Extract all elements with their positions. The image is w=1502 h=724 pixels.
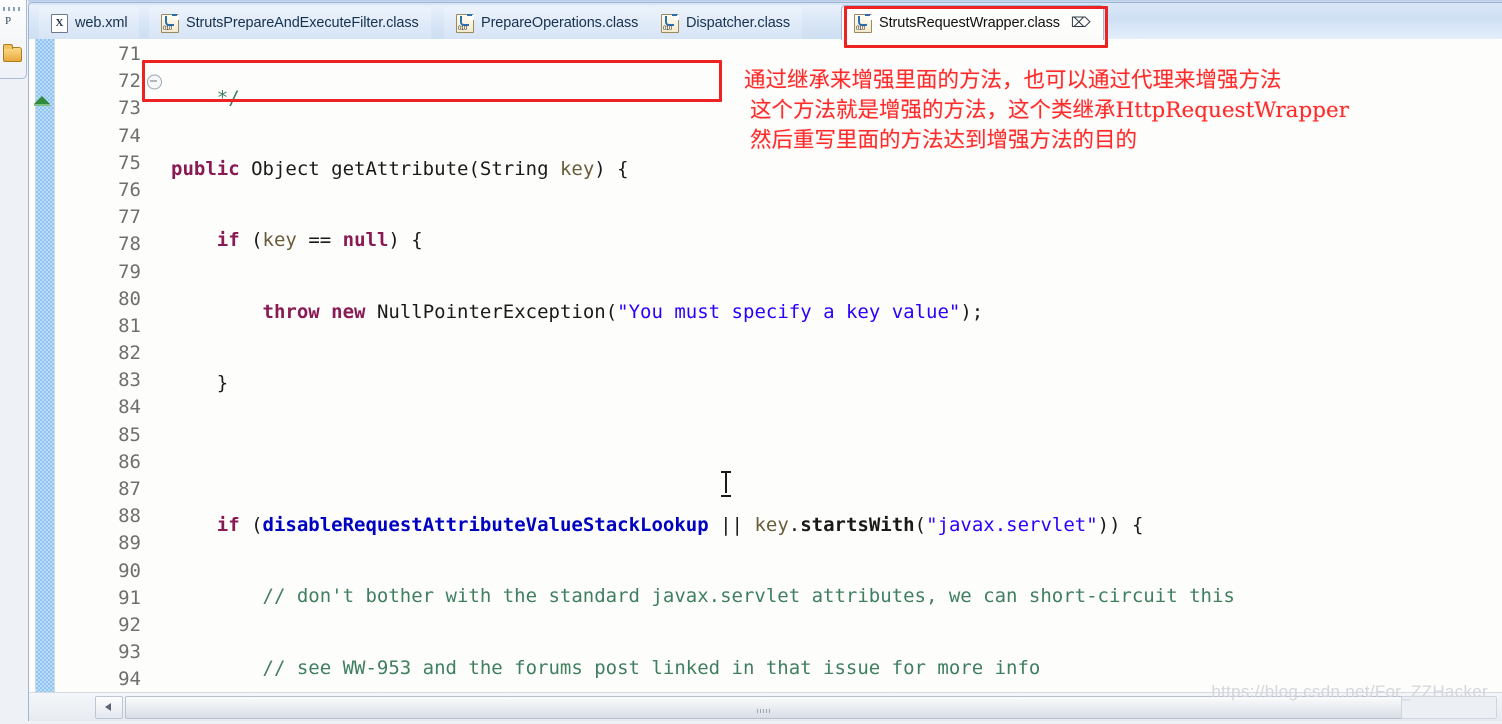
fold-collapse-icon[interactable] xyxy=(147,74,162,90)
tab-label: StrutsRequestWrapper.class xyxy=(879,15,1060,31)
class-file-icon xyxy=(661,13,679,33)
line-number: 80 xyxy=(118,287,141,310)
drag-handle-dots-icon xyxy=(3,7,21,11)
tab-web-xml[interactable]: web.xml xyxy=(39,7,140,39)
code-line-72[interactable]: public Object getAttribute(String key) { xyxy=(171,156,1502,183)
code-line-77[interactable]: if (disableRequestAttributeValueStackLoo… xyxy=(171,512,1502,539)
tab-struts-prepare-and-execute-filter[interactable]: StrutsPrepareAndExecuteFilter.class xyxy=(149,7,431,39)
eclipse-editor-window: P web.xml StrutsPrepareAndExecuteFilter.… xyxy=(0,0,1502,724)
line-number: 94 xyxy=(118,668,141,691)
code-line-79[interactable]: // see WW-953 and the forums post linked… xyxy=(171,655,1502,682)
line-number: 82 xyxy=(118,342,141,365)
code-line-74[interactable]: throw new NullPointerException("You must… xyxy=(171,299,1502,326)
tab-label: web.xml xyxy=(75,15,128,31)
line-number: 79 xyxy=(118,260,141,283)
editor-tab-bar: web.xml StrutsPrepareAndExecuteFilter.cl… xyxy=(29,3,1502,40)
class-file-icon xyxy=(456,13,474,33)
line-number: 90 xyxy=(118,559,141,582)
line-number: 71 xyxy=(118,43,141,65)
line-number: 81 xyxy=(118,314,141,337)
folding-annotation-ruler[interactable] xyxy=(35,39,55,693)
code-line-71[interactable]: */ xyxy=(171,85,1502,112)
collapse-up-triangle-icon[interactable] xyxy=(34,96,50,106)
line-number: 77 xyxy=(118,206,141,229)
code-line-76[interactable] xyxy=(171,441,1502,468)
xml-file-icon xyxy=(51,13,68,33)
scrollbar-grip-icon xyxy=(757,709,771,713)
line-number: 91 xyxy=(118,586,141,609)
line-number: 92 xyxy=(118,613,141,636)
line-number: 88 xyxy=(118,505,141,528)
tab-label: StrutsPrepareAndExecuteFilter.class xyxy=(186,15,419,31)
line-number: 87 xyxy=(118,478,141,500)
text-cursor-ibeam-icon xyxy=(721,471,731,497)
line-number: 93 xyxy=(118,641,141,664)
line-number: 72 xyxy=(55,68,171,95)
code-line-73[interactable]: if (key == null) { xyxy=(171,227,1502,254)
tab-struts-request-wrapper[interactable]: StrutsRequestWrapper.class ⌦ xyxy=(841,5,1104,40)
line-number: 83 xyxy=(118,369,141,392)
line-number: 75 xyxy=(118,151,141,174)
code-line-78[interactable]: // don't bother with the standard javax.… xyxy=(171,583,1502,610)
line-number: 73 xyxy=(118,97,141,120)
horizontal-scrollbar[interactable] xyxy=(29,692,1502,721)
scrollbar-thumb[interactable] xyxy=(125,696,1403,719)
folder-icon xyxy=(3,44,22,62)
editor-frame: web.xml StrutsPrepareAndExecuteFilter.cl… xyxy=(28,2,1502,721)
code-text-area[interactable]: */ public Object getAttribute(String key… xyxy=(171,39,1502,693)
code-line-75[interactable]: } xyxy=(171,370,1502,397)
scrollbar-trough[interactable] xyxy=(1401,696,1497,719)
line-number: 74 xyxy=(118,124,141,147)
line-number-text: 72 xyxy=(118,70,141,93)
scroll-left-arrow-icon[interactable] xyxy=(95,696,123,719)
class-file-icon xyxy=(161,13,179,33)
close-icon[interactable]: ⌦ xyxy=(1071,16,1091,30)
line-number: 78 xyxy=(118,233,141,256)
line-number-ruler: 71 72 73 74 75 76 77 78 79 80 81 82 83 8… xyxy=(55,39,171,693)
line-number: 89 xyxy=(118,532,141,555)
line-number: 85 xyxy=(118,423,141,446)
tab-label: Dispatcher.class xyxy=(686,15,790,31)
line-number: 76 xyxy=(118,178,141,201)
line-number: 84 xyxy=(118,396,141,419)
line-number: 86 xyxy=(118,450,141,473)
tab-prepare-operations[interactable]: PrepareOperations.class xyxy=(444,7,651,39)
class-file-icon xyxy=(854,13,872,33)
left-docked-view-stub[interactable]: P xyxy=(0,0,27,79)
editor-body: 71 72 73 74 75 76 77 78 79 80 81 82 83 8… xyxy=(29,39,1502,721)
tab-label: PrepareOperations.class xyxy=(481,15,639,31)
package-explorer-glyph-icon: P xyxy=(5,15,12,27)
tab-dispatcher[interactable]: Dispatcher.class xyxy=(649,7,802,39)
